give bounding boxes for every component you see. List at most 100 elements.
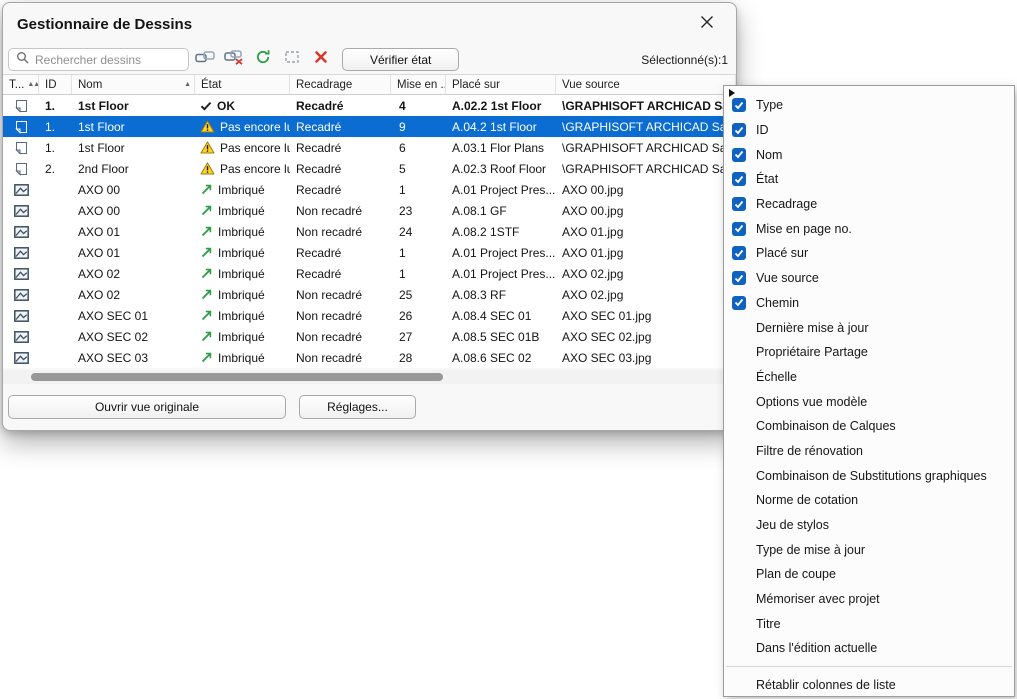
type-cell: [3, 263, 39, 284]
checkbox-checked-icon: [732, 148, 746, 162]
table-row[interactable]: AXO SEC 02ImbriquéNon recadré27A.08.5 SE…: [3, 326, 736, 347]
menu-item-chemin[interactable]: Chemin: [724, 291, 1014, 316]
placed-on-cell: A.08.1 GF: [446, 200, 556, 221]
table-body: 1.1st FloorOKRecadré4A.02.2 1st Floor\GR…: [3, 95, 736, 368]
open-original-view-button[interactable]: Ouvrir vue originale: [8, 395, 286, 419]
column-header-t[interactable]: T...▲▲: [3, 75, 39, 94]
type-cell: [3, 137, 39, 158]
menu-item-label: Filtre de rénovation: [756, 444, 863, 458]
table-row[interactable]: AXO 02ImbriquéRecadré1A.01 Project Pres.…: [3, 263, 736, 284]
verify-status-button[interactable]: Vérifier état: [342, 48, 459, 71]
crop-button[interactable]: [278, 48, 305, 71]
sort-arrow-icon: ▲: [184, 81, 190, 88]
table-row[interactable]: 2.2nd FloorPas encore luRecadré5A.02.3 R…: [3, 158, 736, 179]
status-cell: Pas encore lu: [195, 137, 290, 158]
break-link-icon: [224, 50, 244, 70]
menu-item-dans-l-dition-actuelle[interactable]: Dans l'édition actuelle: [724, 636, 1014, 661]
table-row[interactable]: AXO 01ImbriquéNon recadré24A.08.2 1STFAX…: [3, 221, 736, 242]
break-link-button[interactable]: [220, 48, 247, 71]
menu-item-m-moriser-avec-projet[interactable]: Mémoriser avec projet: [724, 587, 1014, 612]
placed-on-cell: A.03.1 Flor Plans: [446, 137, 556, 158]
table-row[interactable]: AXO 00ImbriquéRecadré1A.01 Project Pres.…: [3, 179, 736, 200]
menu-item-options-vue-mod-le[interactable]: Options vue modèle: [724, 389, 1014, 414]
drawing-icon: [14, 268, 29, 280]
name-cell: 2nd Floor: [72, 158, 195, 179]
menu-item-titre[interactable]: Titre: [724, 611, 1014, 636]
search-input[interactable]: [35, 53, 181, 67]
column-header-tat[interactable]: État: [195, 75, 290, 94]
name-cell: AXO 00: [72, 200, 195, 221]
page-number-cell: 26: [391, 305, 446, 326]
sort-arrow-icon: ▲▲: [27, 81, 39, 88]
menu-item-vue-source[interactable]: Vue source: [724, 266, 1014, 291]
menu-item-combinaison-de-substitutions-graphiques[interactable]: Combinaison de Substitutions graphiques: [724, 463, 1014, 488]
menu-items-container: TypeIDNomÉtatRecadrageMise en page no.Pl…: [724, 93, 1014, 698]
menu-item-mise-en-page-no[interactable]: Mise en page no.: [724, 216, 1014, 241]
status-label: Imbriqué: [218, 351, 265, 365]
table-row[interactable]: AXO SEC 01ImbriquéNon recadré26A.08.4 SE…: [3, 305, 736, 326]
selected-count-label: Sélectionné(s):1: [641, 53, 728, 67]
menu-item-derni-re-mise-jour[interactable]: Dernière mise à jour: [724, 315, 1014, 340]
column-header-plac-sur[interactable]: Placé sur: [446, 75, 556, 94]
placed-on-cell: A.01 Project Pres...: [446, 263, 556, 284]
column-header-vue-source[interactable]: Vue source: [556, 75, 736, 94]
menu-item-filtre-de-r-novation[interactable]: Filtre de rénovation: [724, 439, 1014, 464]
scrollbar-thumb[interactable]: [31, 373, 443, 381]
status-cell: Imbriqué: [195, 263, 290, 284]
menu-item-combinaison-de-calques[interactable]: Combinaison de Calques: [724, 414, 1014, 439]
menu-item-propri-taire-partage[interactable]: Propriétaire Partage: [724, 340, 1014, 365]
table-row[interactable]: 1.1st FloorOKRecadré4A.02.2 1st Floor\GR…: [3, 95, 736, 116]
column-header-mise-en[interactable]: Mise en ...: [391, 75, 446, 94]
menu-item-label: Recadrage: [756, 197, 817, 211]
menu-item-norme-de-cotation[interactable]: Norme de cotation: [724, 488, 1014, 513]
menu-item-plan-de-coupe[interactable]: Plan de coupe: [724, 562, 1014, 587]
table-row[interactable]: AXO 00ImbriquéNon recadré23A.08.1 GFAXO …: [3, 200, 736, 221]
menu-item-jeu-de-stylos[interactable]: Jeu de stylos: [724, 513, 1014, 538]
menu-item-recadrage[interactable]: Recadrage: [724, 192, 1014, 217]
menu-item-type-de-mise-jour[interactable]: Type de mise à jour: [724, 537, 1014, 562]
placed-on-cell: A.08.6 SEC 02: [446, 347, 556, 368]
table-row[interactable]: AXO 02ImbriquéNon recadré25A.08.3 RFAXO …: [3, 284, 736, 305]
menu-item-r-tablir-colonnes-de-liste[interactable]: Rétablir colonnes de liste: [724, 673, 1014, 698]
checkbox-placeholder: [732, 567, 746, 581]
menu-item-nom[interactable]: Nom: [724, 142, 1014, 167]
table-row[interactable]: 1.1st FloorPas encore luRecadré6A.03.1 F…: [3, 137, 736, 158]
menu-item-id[interactable]: ID: [724, 118, 1014, 143]
link-drawing-button[interactable]: [191, 48, 218, 71]
column-header-nom[interactable]: Nom ▲: [72, 75, 195, 94]
checkbox-placeholder: [732, 419, 746, 433]
page-number-cell: 6: [391, 137, 446, 158]
close-button[interactable]: [690, 10, 724, 38]
menu-scroll-indicator-icon: [729, 89, 735, 97]
horizontal-scrollbar[interactable]: [3, 370, 736, 384]
column-header-id[interactable]: ID: [39, 75, 72, 94]
status-label: Pas encore lu: [220, 141, 290, 155]
update-button[interactable]: [249, 48, 276, 71]
settings-button[interactable]: Réglages...: [299, 395, 416, 419]
menu-item-plac-sur[interactable]: Placé sur: [724, 241, 1014, 266]
menu-item-chelle[interactable]: Échelle: [724, 365, 1014, 390]
menu-item-tat[interactable]: État: [724, 167, 1014, 192]
crop-icon: [284, 50, 300, 69]
table-row[interactable]: AXO SEC 03ImbriquéNon recadré28A.08.6 SE…: [3, 347, 736, 368]
name-cell: AXO SEC 01: [72, 305, 195, 326]
placed-on-cell: A.02.3 Roof Floor: [446, 158, 556, 179]
placed-on-cell: A.01 Project Pres...: [446, 242, 556, 263]
column-chooser-menu: TypeIDNomÉtatRecadrageMise en page no.Pl…: [723, 85, 1015, 697]
column-header-recadrage[interactable]: Recadrage: [290, 75, 391, 94]
menu-item-type[interactable]: Type: [724, 93, 1014, 118]
table-row[interactable]: 1.1st FloorPas encore luRecadré9A.04.2 1…: [3, 116, 736, 137]
checkbox-placeholder: [732, 641, 746, 655]
column-header-label: Nom: [78, 79, 102, 91]
id-cell: 1.: [39, 95, 72, 116]
status-cell: Imbriqué: [195, 347, 290, 368]
layout-icon: [15, 141, 28, 155]
table-row[interactable]: AXO 01ImbriquéRecadré1A.01 Project Pres.…: [3, 242, 736, 263]
type-cell: [3, 305, 39, 326]
id-cell: [39, 284, 72, 305]
status-label: Imbriqué: [218, 267, 265, 281]
delete-button[interactable]: [307, 48, 334, 71]
search-box[interactable]: [8, 48, 189, 71]
name-cell: AXO SEC 03: [72, 347, 195, 368]
source-view-cell: AXO 01.jpg: [556, 242, 736, 263]
